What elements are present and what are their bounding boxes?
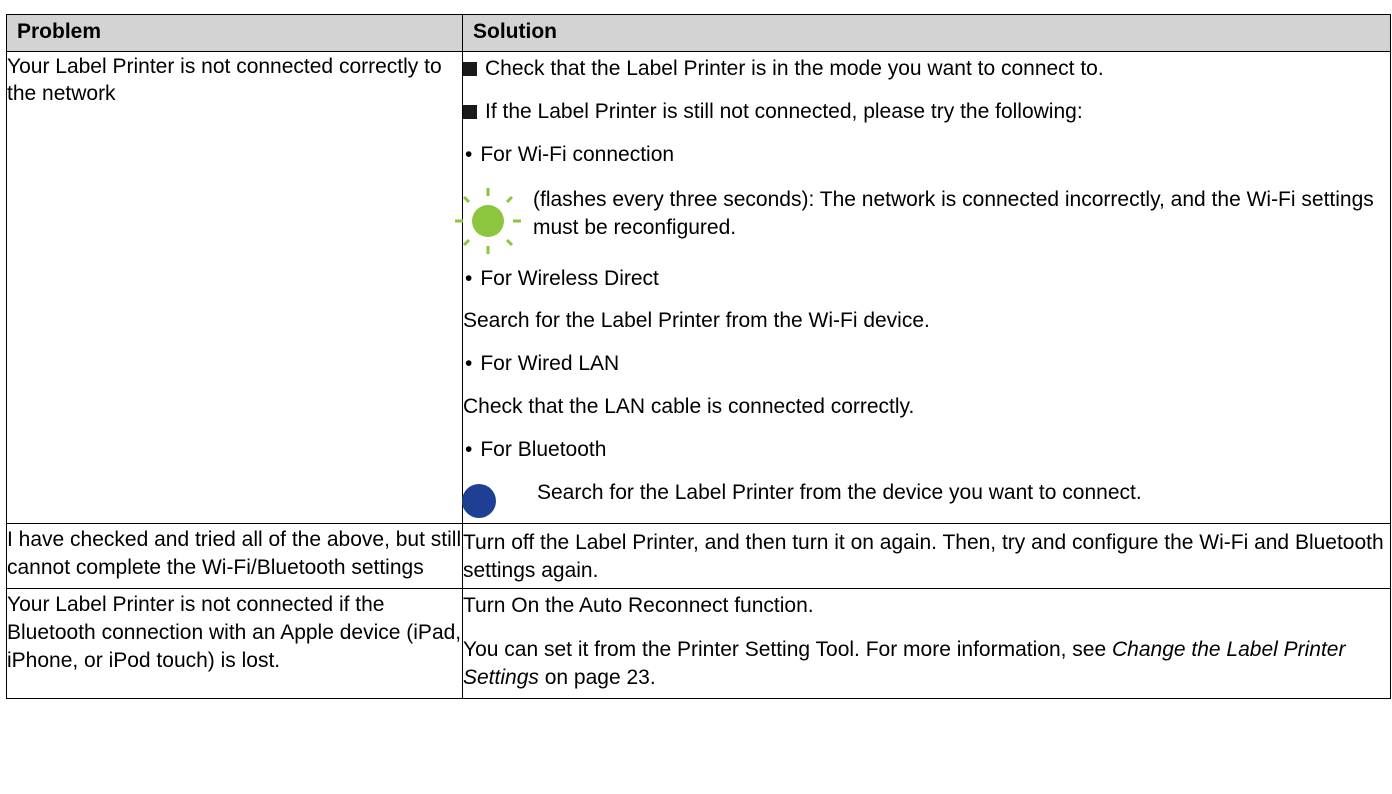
solution-text: If the Label Printer is still not connec…: [485, 100, 1083, 123]
solution-text: You can set it from the Printer Setting …: [463, 638, 1112, 661]
table-header-row: Problem Solution: [6, 14, 1391, 52]
problem-cell: Your Label Printer is not connected corr…: [6, 51, 463, 524]
solution-cell: Turn off the Label Printer, and then tur…: [462, 523, 1391, 589]
solution-cell: Turn On the Auto Reconnect function. You…: [462, 588, 1391, 699]
square-bullet-icon: [463, 105, 477, 119]
dot-bullet-icon: •: [465, 267, 473, 290]
subheading-wired-lan: • For Wired LAN: [463, 342, 1390, 385]
problem-cell: Your Label Printer is not connected if t…: [6, 588, 463, 699]
problem-text: I have checked and tried all of the abov…: [7, 528, 462, 579]
solution-paragraph: You can set it from the Printer Setting …: [463, 620, 1390, 698]
dot-bullet-icon: •: [465, 352, 473, 375]
solution-bullet: If the Label Printer is still not connec…: [463, 90, 1390, 133]
solution-text: Check that the LAN cable is connected co…: [463, 395, 915, 418]
dot-bullet-icon: •: [465, 438, 473, 461]
wifi-led-row: (flashes every three seconds): The netwo…: [455, 176, 1390, 262]
table-row: Your Label Printer is not connected if t…: [6, 588, 1391, 699]
subheading-wireless-direct: • For Wireless Direct: [463, 262, 1390, 299]
solution-cell: Check that the Label Printer is in the m…: [455, 51, 1391, 524]
subheading-text: For Bluetooth: [480, 438, 607, 461]
square-bullet-icon: [463, 62, 477, 76]
blue-led-icon: [459, 481, 533, 528]
wifi-led-text: (flashes every three seconds): The netwo…: [533, 188, 1374, 239]
solution-text: on page 23.: [538, 666, 656, 689]
solution-text: Check that the Label Printer is in the m…: [485, 57, 1104, 80]
problem-cell: I have checked and tried all of the abov…: [6, 523, 463, 589]
subheading-text: For Wired LAN: [480, 352, 620, 375]
subheading-wifi: • For Wi-Fi connection: [463, 133, 1390, 176]
problem-text: Your Label Printer is not connected if t…: [7, 593, 462, 672]
subheading-text: For Wireless Direct: [480, 267, 659, 290]
solution-text: Turn off the Label Printer, and then tur…: [463, 531, 1384, 582]
subheading-bluetooth: • For Bluetooth: [463, 428, 1390, 471]
green-led-flashing-icon: [453, 186, 523, 263]
solution-bullet: Check that the Label Printer is in the m…: [463, 52, 1390, 90]
header-solution: Solution: [462, 14, 1391, 52]
solution-text: Turn On the Auto Reconnect function.: [463, 594, 814, 617]
table-row: Your Label Printer is not connected corr…: [6, 51, 1391, 524]
troubleshooting-table: Problem Solution Your Label Printer is n…: [6, 14, 1391, 699]
bluetooth-led-row: Search for the Label Printer from the de…: [462, 471, 1390, 523]
subheading-text: For Wi-Fi connection: [480, 143, 675, 166]
solution-text: Search for the Label Printer from the Wi…: [463, 309, 930, 332]
table-row: I have checked and tried all of the abov…: [6, 523, 1391, 589]
problem-text: Your Label Printer is not connected corr…: [7, 55, 442, 105]
header-problem: Problem: [6, 14, 463, 52]
bluetooth-led-text: Search for the Label Printer from the de…: [537, 481, 1142, 504]
dot-bullet-icon: •: [465, 143, 473, 166]
